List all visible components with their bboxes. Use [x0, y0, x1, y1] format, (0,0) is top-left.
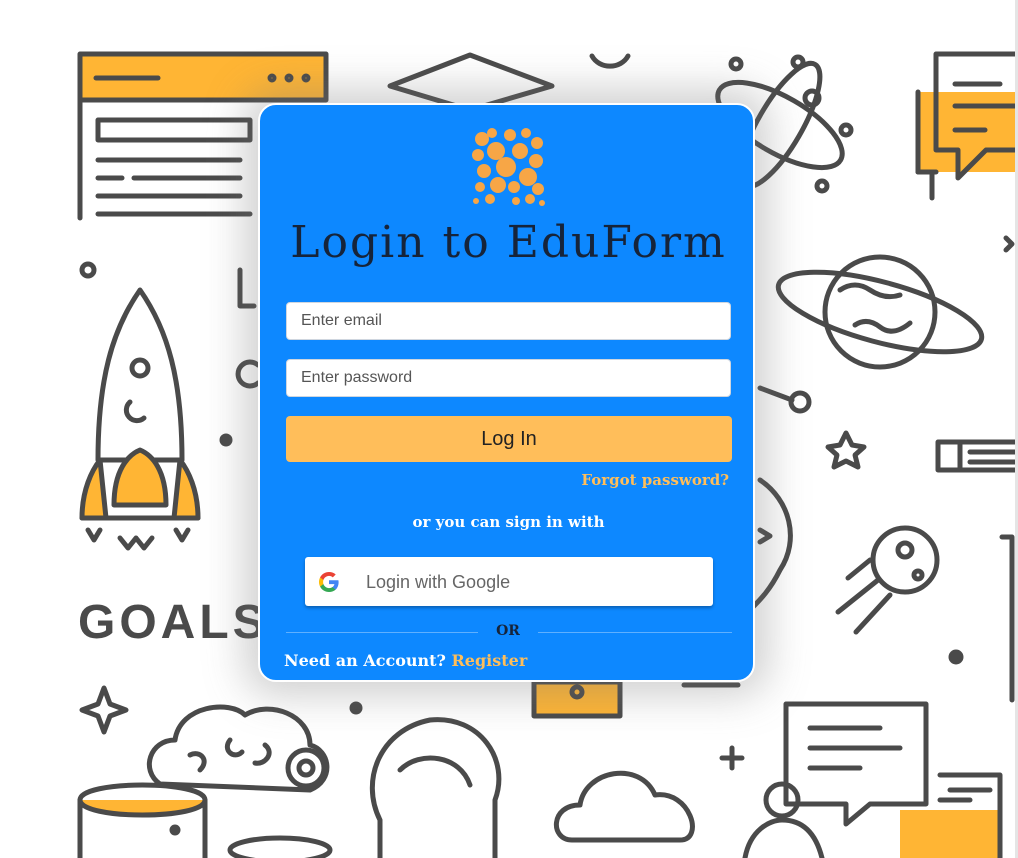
google-login-button[interactable]: Login with Google [305, 557, 713, 606]
google-icon [319, 572, 339, 592]
divider-left [286, 632, 478, 633]
comet-icon [835, 525, 940, 635]
cloud-icon [554, 770, 695, 843]
brain-icon [146, 704, 330, 793]
need-account-row: Need an Account? Register [284, 651, 527, 670]
need-account-text: Need an Account? [284, 651, 446, 670]
register-link[interactable]: Register [452, 651, 528, 670]
email-field[interactable] [286, 302, 731, 340]
planet-icon [775, 254, 985, 370]
chat-bubble-icon [915, 51, 1018, 201]
rocket-icon [79, 287, 201, 551]
goals-text: GOALS [78, 596, 269, 649]
login-button[interactable]: Log In [286, 416, 732, 462]
login-card: Login to EduForm Log In Forgot password?… [258, 103, 755, 682]
database-icon [77, 782, 333, 858]
page-title: Login to EduForm [290, 217, 727, 268]
alt-signin-text: or you can sign in with [412, 513, 605, 531]
eduform-logo-icon [472, 128, 545, 206]
google-login-label: Login with Google [366, 572, 511, 592]
forgot-password-link[interactable]: Forgot password? [581, 471, 729, 489]
or-separator: OR [496, 623, 520, 639]
divider-right [538, 632, 732, 633]
presenter-chat-icon [742, 701, 1003, 858]
password-field[interactable] [286, 359, 731, 397]
